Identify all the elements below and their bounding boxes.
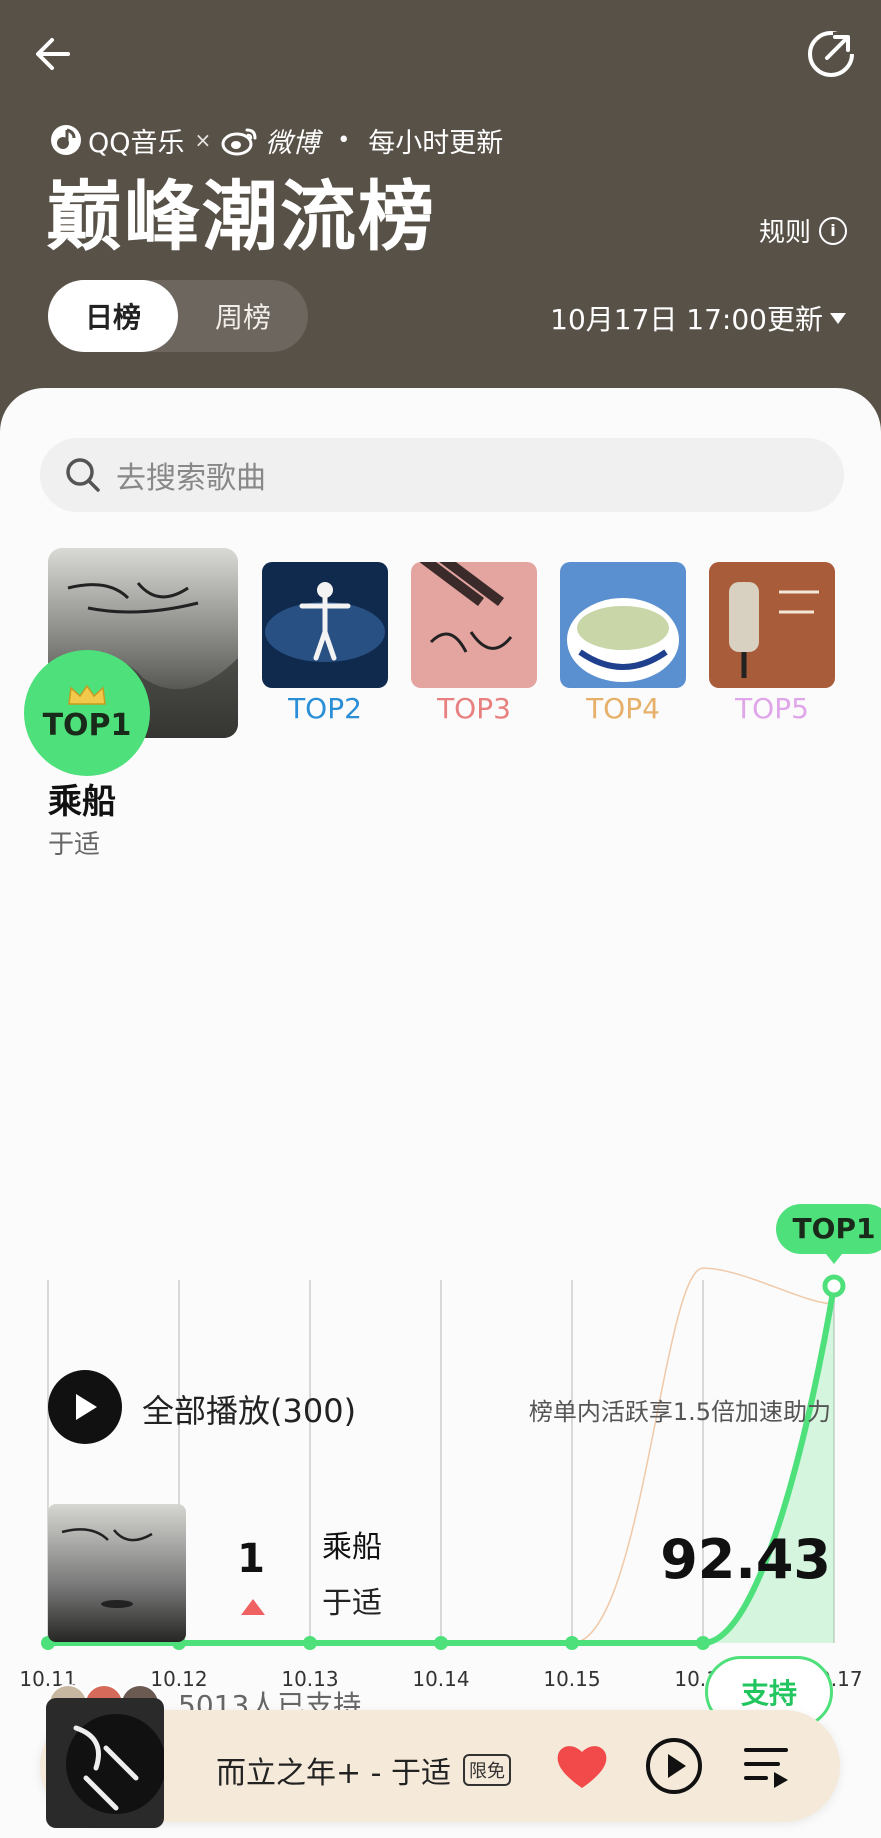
album-art-top5 [709,562,835,688]
crown-icon [68,684,106,705]
play-all-button[interactable] [48,1370,122,1444]
playlist-icon[interactable] [742,1740,790,1792]
update-time-text: 10月17日 17:00更新 [550,303,823,336]
album-art-player [46,1698,164,1828]
tab-weekly[interactable]: 周榜 [178,280,308,352]
tab-daily[interactable]: 日榜 [48,280,178,352]
top2-cover[interactable] [262,562,388,688]
rules-label: 规则 [758,218,811,248]
player-title[interactable]: 而立之年+ - 于适 限免 [216,1748,512,1792]
caret-down-icon [830,313,846,324]
song-row-title[interactable]: 乘船 [322,1522,382,1566]
period-tabs: 日榜 周榜 [48,280,308,352]
back-arrow-icon[interactable] [28,28,80,80]
search-icon [66,458,100,492]
data-point [434,1636,448,1650]
share-icon[interactable] [805,28,857,80]
top4-label: TOP4 [560,692,686,725]
featured-song-title: 乘船 [48,782,116,822]
update-frequency: 每小时更新 [368,127,504,159]
peak-label: TOP1 [793,1212,876,1245]
player-cover[interactable] [46,1698,164,1828]
top5-label-text: TOP5 [735,692,809,725]
qq-music-text: QQ音乐 [88,127,185,159]
data-point [565,1636,579,1650]
search-bar[interactable]: 去搜索歌曲 [40,438,844,512]
play-all-label[interactable]: 全部播放(300) [142,1386,356,1432]
page-title: 巅峰潮流榜 [46,172,436,261]
top4-cover[interactable] [560,562,686,688]
top4-label-text: TOP4 [586,692,660,725]
brand-dot: • [337,127,351,153]
player-play-icon[interactable] [644,1736,704,1796]
top2-label-text: TOP2 [288,692,362,725]
weibo-logo: 微博 [221,121,319,160]
play-icon [76,1394,97,1420]
boost-text: 榜单内活跃享1.5倍加速助力 [528,1398,831,1426]
top1-badge-label: TOP1 [42,707,132,743]
content-card: 去搜索歌曲 TOP1 TOP2 TOP3 TOP4 TOP5 乘船 于适 TOP… [0,388,881,1838]
info-icon: i [819,216,847,245]
song-row-score: 92.43 [660,1528,831,1591]
album-art-row [48,1504,186,1642]
album-art-top4 [560,562,686,688]
brand-row: QQ音乐 × 微博 • 每小时更新 [50,120,503,160]
album-art-top2 [262,562,388,688]
top3-label: TOP3 [411,692,537,725]
song-row-cover[interactable] [48,1504,186,1642]
top5-cover[interactable] [709,562,835,688]
update-time-dropdown[interactable]: 10月17日 17:00更新 [550,298,847,338]
player-song-text: 而立之年+ - 于适 [216,1756,452,1791]
top3-cover[interactable] [411,562,537,688]
rank-up-icon [241,1599,265,1615]
header: QQ音乐 × 微博 • 每小时更新 巅峰潮流榜 规则 i 日榜 周榜 10月17… [0,0,881,400]
top3-label-text: TOP3 [437,692,511,725]
album-art-top3 [411,562,537,688]
rules-button[interactable]: 规则 i [759,212,847,249]
song-row-rank: 1 [237,1536,265,1582]
data-point [696,1636,710,1650]
top1-badge: TOP1 [24,650,150,776]
top2-label: TOP2 [262,692,388,725]
weibo-text: 微博 [265,127,320,159]
brand-cross: × [194,128,212,152]
qq-music-icon [51,125,81,155]
x-tick-label: 10.14 [412,1667,469,1691]
x-tick-label: 10.15 [543,1667,600,1691]
free-badge: 限免 [463,1754,512,1786]
weibo-icon [221,128,257,156]
song-row-artist[interactable]: 于适 [322,1578,382,1622]
heart-icon[interactable] [556,1742,608,1790]
peak-label-pointer [826,1254,842,1264]
qq-music-logo: QQ音乐 [50,121,185,160]
data-point [303,1636,317,1650]
search-placeholder: 去搜索歌曲 [116,461,266,496]
top5-label: TOP5 [709,692,835,725]
data-point-peak [822,1274,846,1298]
